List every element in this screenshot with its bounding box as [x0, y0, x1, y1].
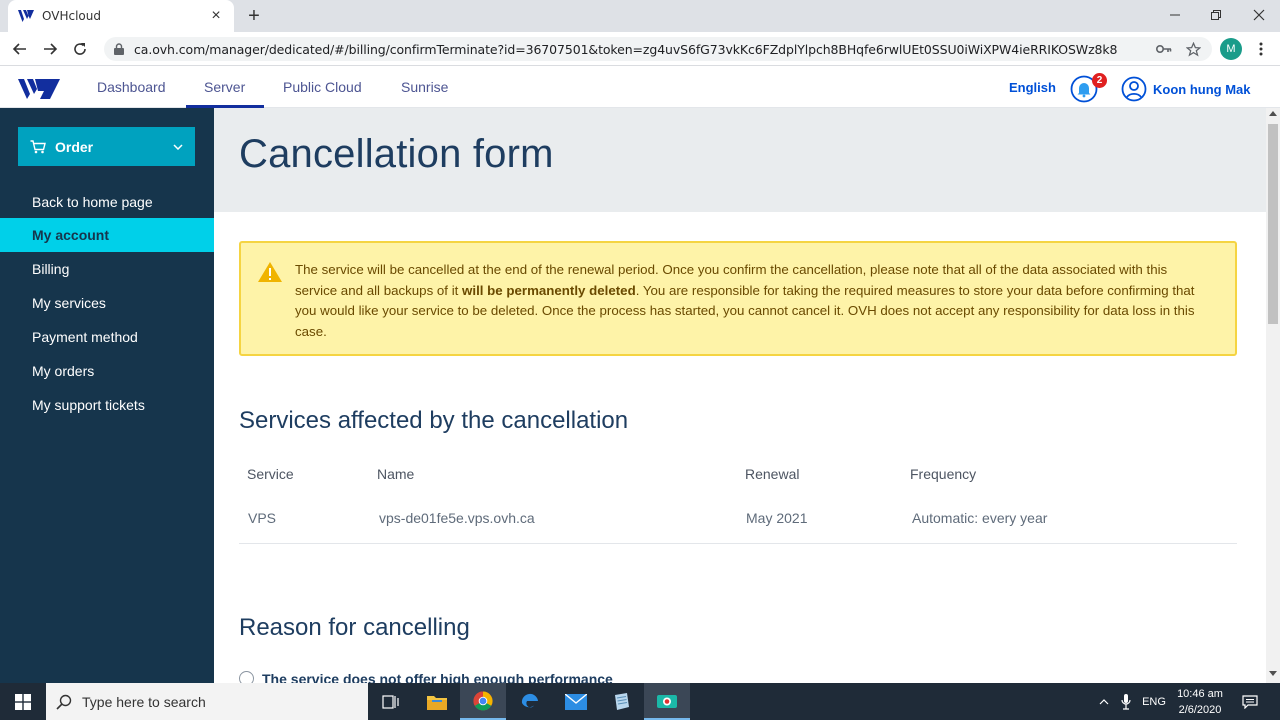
microphone-icon[interactable] — [1116, 683, 1136, 720]
app-header: Dashboard Server Public Cloud Sunrise En… — [0, 67, 1280, 108]
language-selector[interactable]: English — [1009, 80, 1056, 95]
warning-text: The service will be cancelled at the end… — [295, 260, 1205, 342]
table-row-divider — [239, 543, 1237, 544]
warning-banner: The service will be cancelled at the end… — [239, 241, 1237, 356]
sidebar-item-my-orders[interactable]: My orders — [0, 354, 214, 388]
nav-server[interactable]: Server — [186, 67, 264, 108]
table-header-name: Name — [377, 466, 415, 482]
chrome-icon[interactable] — [460, 683, 506, 720]
notepad-icon[interactable] — [598, 683, 644, 720]
table-cell-renewal: May 2021 — [746, 510, 808, 526]
browser-tab[interactable]: OVHcloud × — [8, 0, 234, 32]
cart-icon — [30, 139, 46, 153]
sidebar-item-support-tickets[interactable]: My support tickets — [0, 388, 214, 422]
edge-icon[interactable] — [507, 683, 553, 720]
url-text: ca.ovh.com/manager/dedicated/#/billing/c… — [134, 41, 1118, 57]
user-name: Koon hung Mak — [1153, 81, 1251, 97]
sidebar-item-payment-method[interactable]: Payment method — [0, 320, 214, 354]
sidebar-item-my-services[interactable]: My services — [0, 286, 214, 320]
table-header-renewal: Renewal — [745, 466, 800, 482]
page-scrollbar[interactable] — [1266, 108, 1280, 683]
warning-icon — [258, 262, 282, 282]
sidebar-item-billing[interactable]: Billing — [0, 252, 214, 286]
tab-close-icon[interactable]: × — [208, 8, 224, 24]
scroll-thumb[interactable] — [1268, 124, 1278, 324]
star-icon[interactable] — [1185, 41, 1201, 57]
back-arrow-icon[interactable] — [9, 38, 31, 60]
mail-icon[interactable] — [553, 683, 599, 720]
table-cell-service: VPS — [248, 510, 277, 526]
sidebar-item-my-account[interactable]: My account — [0, 218, 214, 252]
user-icon — [1121, 76, 1147, 102]
restore-icon[interactable] — [1204, 4, 1228, 26]
input-language[interactable]: ENG — [1140, 683, 1168, 720]
table-header-frequency: Frequency — [910, 466, 977, 482]
chevron-down-icon — [171, 143, 185, 150]
ovh-logo-icon[interactable] — [18, 77, 60, 104]
address-bar[interactable]: ca.ovh.com/manager/dedicated/#/billing/c… — [104, 37, 1212, 61]
camera-icon[interactable] — [644, 683, 690, 720]
new-tab-button[interactable]: + — [244, 6, 264, 26]
clock-date: 2/6/2020 — [1178, 704, 1222, 716]
tab-title: OVHcloud — [42, 9, 101, 23]
reason-section-title: Reason for cancelling — [239, 614, 470, 641]
key-icon[interactable] — [1156, 41, 1172, 57]
nav-sunrise[interactable]: Sunrise — [401, 67, 448, 108]
notification-center-icon[interactable] — [1238, 683, 1262, 720]
browser-menu-icon[interactable] — [1254, 38, 1268, 60]
windows-start-icon[interactable] — [0, 683, 46, 720]
lock-icon[interactable] — [112, 42, 126, 56]
table-cell-frequency: Automatic: every year — [912, 510, 1048, 526]
order-label: Order — [55, 138, 94, 155]
notification-count-badge: 2 — [1092, 73, 1107, 88]
main-content: Cancellation form The service will be ca… — [214, 108, 1266, 683]
table-cell-name: vps-de01fe5e.vps.ovh.ca — [379, 510, 535, 526]
file-explorer-icon[interactable] — [414, 683, 460, 720]
chevron-up-icon[interactable] — [1094, 683, 1114, 720]
warning-text-bold: will be permanently deleted — [462, 282, 636, 298]
nav-dashboard[interactable]: Dashboard — [97, 67, 166, 108]
taskbar-clock[interactable]: 10:46 am 2/6/2020 — [1170, 686, 1230, 718]
scroll-down-icon[interactable] — [1269, 671, 1277, 676]
windows-taskbar: Type here to search ENG 10:46 am 2/6/202… — [0, 683, 1280, 720]
order-button[interactable]: Order — [18, 127, 195, 166]
nav-public-cloud[interactable]: Public Cloud — [283, 67, 362, 108]
browser-tabstrip: OVHcloud × + — [0, 0, 1280, 32]
task-view-icon[interactable] — [368, 683, 414, 720]
profile-avatar[interactable]: M — [1220, 38, 1242, 60]
notifications-button[interactable]: 2 — [1070, 73, 1107, 103]
close-window-icon[interactable] — [1247, 4, 1271, 26]
reload-icon[interactable] — [69, 38, 91, 60]
title-band: Cancellation form — [214, 108, 1266, 212]
sidebar-item-back-home[interactable]: Back to home page — [0, 185, 214, 219]
minimize-icon[interactable] — [1163, 4, 1187, 26]
taskbar-search-placeholder: Type here to search — [82, 693, 206, 710]
search-icon — [56, 694, 72, 710]
table-header-service: Service — [247, 466, 294, 482]
reason-radio-performance[interactable] — [239, 671, 254, 683]
user-menu[interactable]: Koon hung Mak — [1121, 76, 1251, 102]
reason-label-performance[interactable]: The service does not offer high enough p… — [262, 671, 613, 683]
services-section-title: Services affected by the cancellation — [239, 407, 629, 434]
browser-toolbar: ca.ovh.com/manager/dedicated/#/billing/c… — [0, 32, 1280, 66]
ovh-favicon-icon — [18, 8, 34, 24]
page-title: Cancellation form — [239, 132, 554, 176]
forward-arrow-icon[interactable] — [39, 38, 61, 60]
clock-time: 10:46 am — [1177, 688, 1223, 700]
taskbar-search-box[interactable]: Type here to search — [46, 683, 368, 720]
sidebar: Order Back to home page My account Billi… — [0, 108, 214, 683]
scroll-up-icon[interactable] — [1269, 111, 1277, 116]
